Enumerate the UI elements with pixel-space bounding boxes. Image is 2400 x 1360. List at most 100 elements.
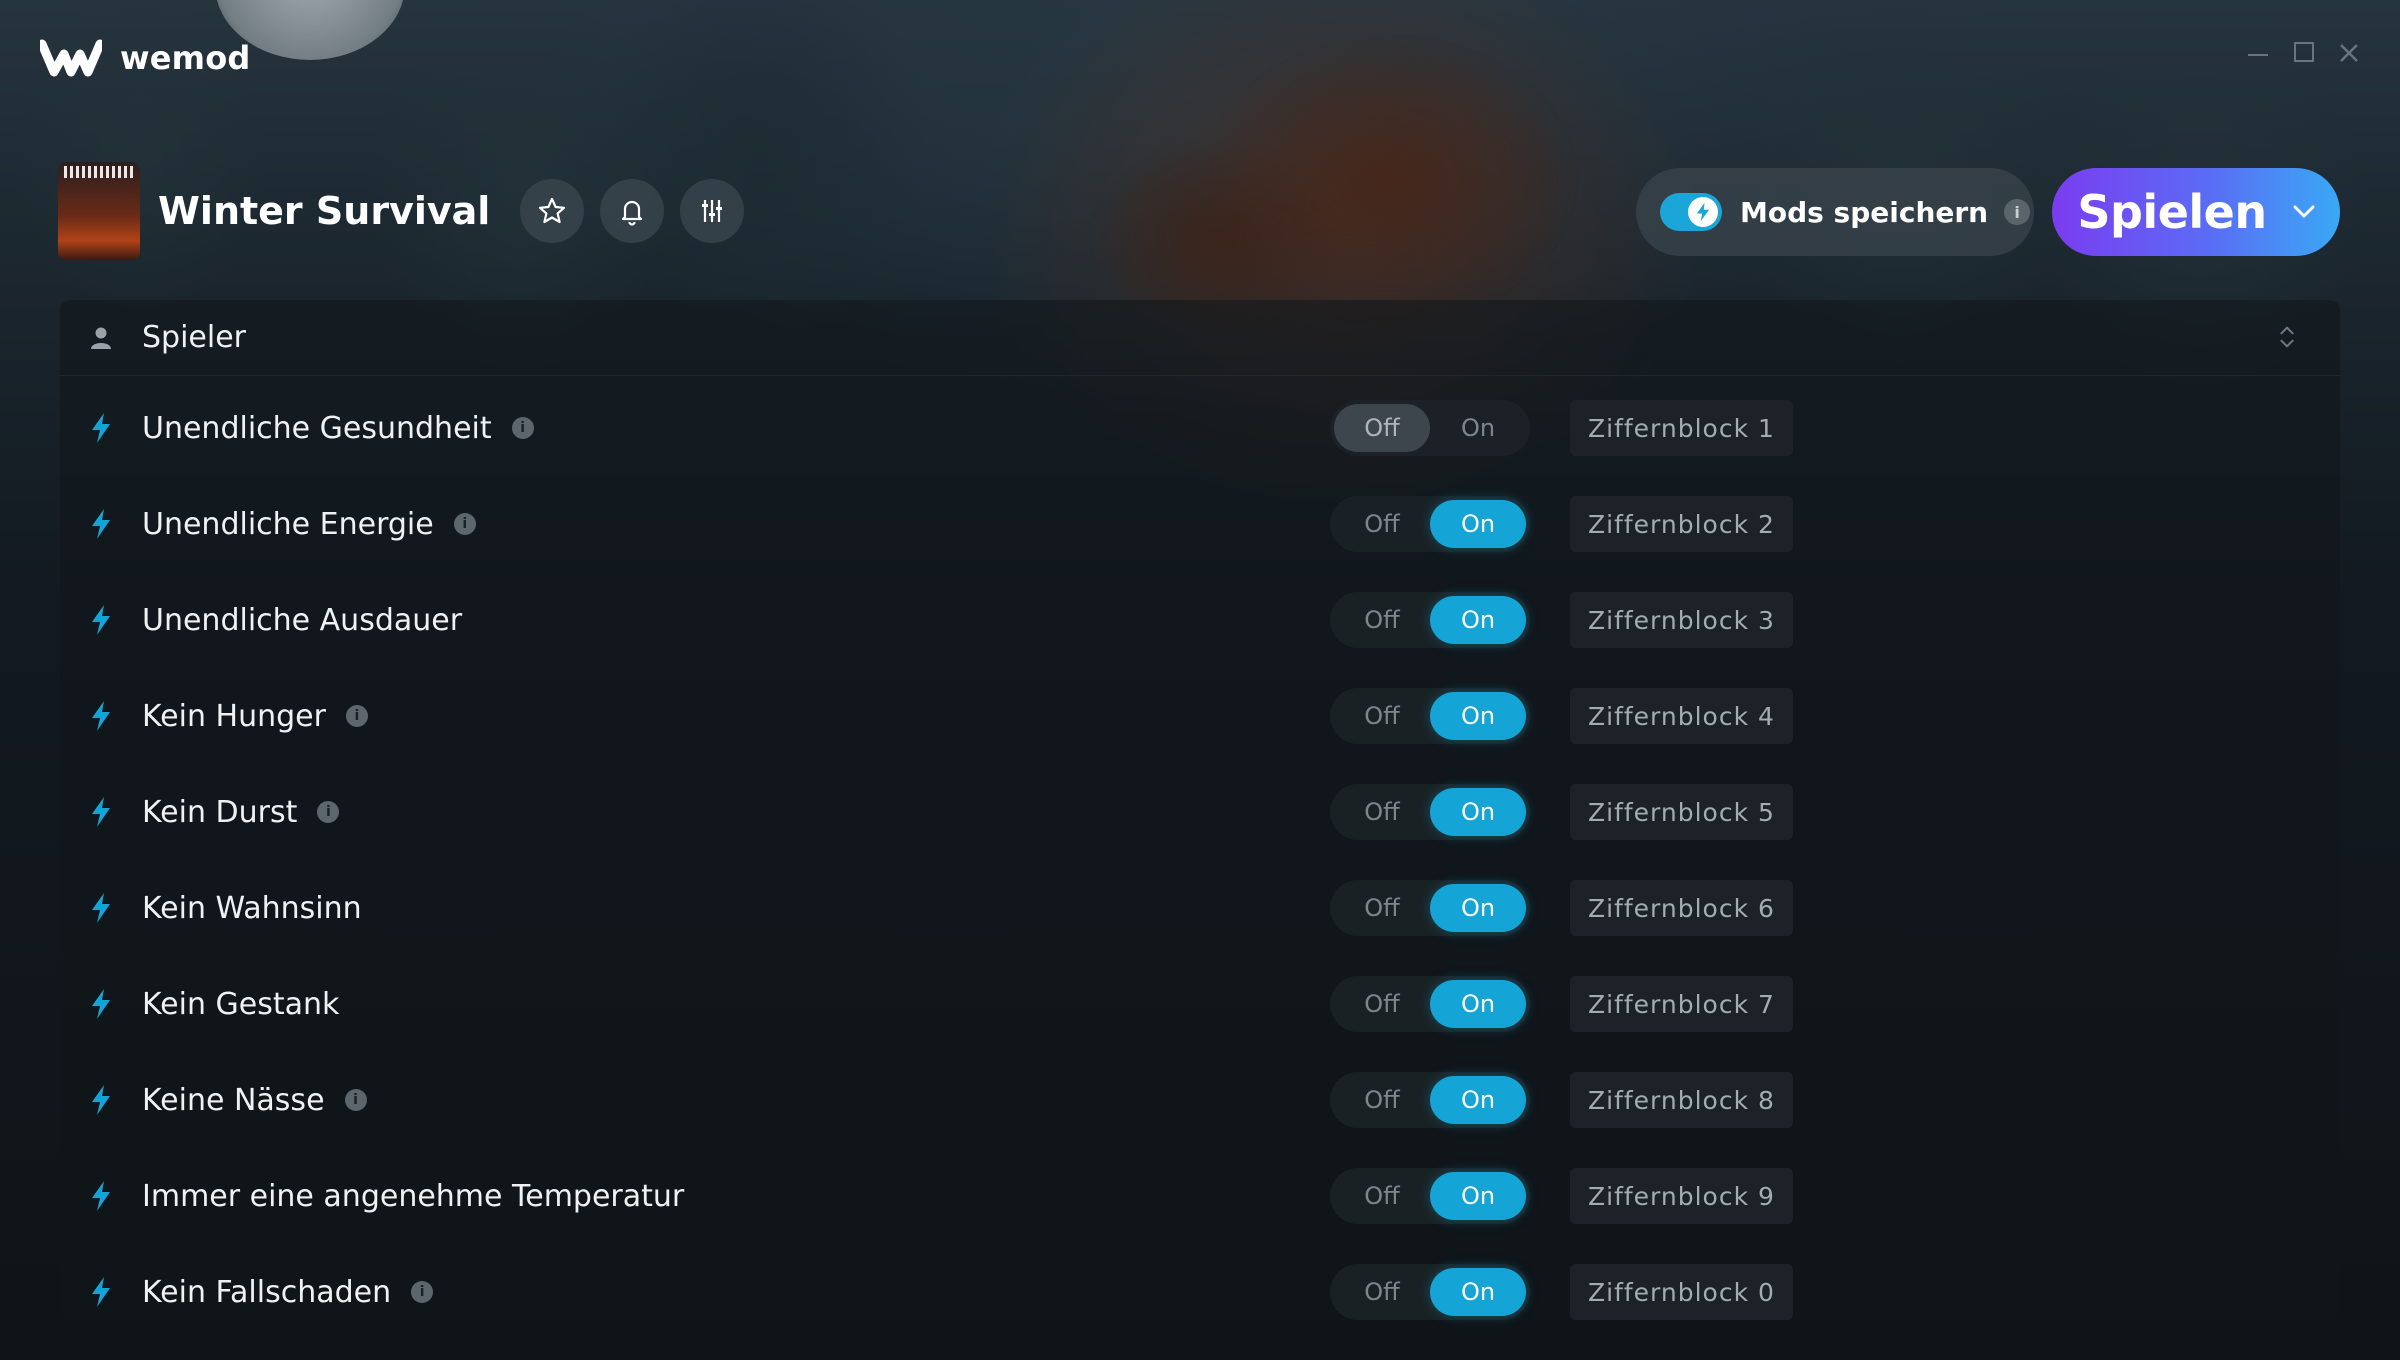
- game-title: Winter Survival: [158, 189, 491, 233]
- star-icon: [539, 197, 566, 224]
- save-mods-label: Mods speichern: [1740, 195, 1989, 229]
- mod-toggle[interactable]: Off On: [1330, 400, 1530, 456]
- toggle-on-option[interactable]: On: [1430, 500, 1526, 548]
- mod-row: Unendliche Ausdauer Off On Ziffernblock 3: [60, 572, 2340, 668]
- toggle-off-option[interactable]: Off: [1334, 500, 1430, 548]
- favorite-button[interactable]: [520, 179, 585, 243]
- bolt-icon: [92, 509, 110, 539]
- bolt-icon: [92, 701, 110, 731]
- mod-label: Kein Durst: [142, 794, 298, 830]
- bolt-icon: [92, 605, 110, 635]
- wemod-logo-icon: [40, 39, 102, 77]
- toggle-off-option[interactable]: Off: [1334, 1076, 1430, 1124]
- minimize-icon[interactable]: [2248, 42, 2270, 64]
- save-mods-toggle[interactable]: [1660, 193, 1722, 231]
- settings-button[interactable]: [680, 179, 745, 243]
- hotkey-button[interactable]: Ziffernblock 0: [1570, 1264, 1793, 1320]
- chevron-down-icon[interactable]: [2293, 205, 2315, 219]
- game-thumbnail[interactable]: [58, 162, 140, 260]
- hotkey-button[interactable]: Ziffernblock 4: [1570, 688, 1793, 744]
- hotkey-button[interactable]: Ziffernblock 8: [1570, 1072, 1793, 1128]
- toggle-on-option[interactable]: On: [1430, 596, 1526, 644]
- mod-label: Unendliche Ausdauer: [142, 602, 463, 638]
- mod-toggle[interactable]: Off On: [1330, 1168, 1530, 1224]
- mod-label: Kein Fallschaden: [142, 1274, 392, 1310]
- close-icon[interactable]: [2338, 42, 2360, 64]
- hotkey-button[interactable]: Ziffernblock 2: [1570, 496, 1793, 552]
- mod-row: Immer eine angenehme Temperatur Off On Ziff…: [60, 1148, 2340, 1244]
- toggle-on-option[interactable]: On: [1430, 692, 1526, 740]
- hotkey-button[interactable]: Ziffernblock 5: [1570, 784, 1793, 840]
- hotkey-button[interactable]: Ziffernblock 6: [1570, 880, 1793, 936]
- bell-icon: [622, 200, 643, 226]
- mod-toggle[interactable]: Off On: [1330, 976, 1530, 1032]
- info-icon[interactable]: i: [511, 417, 534, 439]
- toggle-off-option[interactable]: Off: [1334, 692, 1430, 740]
- mod-row: Unendliche Gesundheit i Off On Ziffernblock …: [60, 380, 2340, 476]
- hotkey-button[interactable]: Ziffernblock 7: [1570, 976, 1793, 1032]
- mod-label: Unendliche Energie: [142, 506, 434, 542]
- mod-row: Kein Durst i Off On Ziffernblock 5: [60, 764, 2340, 860]
- mod-toggle[interactable]: Off On: [1330, 688, 1530, 744]
- toggle-on-option[interactable]: On: [1430, 1076, 1526, 1124]
- mod-row: Keine Nässe i Off On Ziffernblock 8: [60, 1052, 2340, 1148]
- save-mods-control[interactable]: Mods speichern i: [1636, 168, 2034, 256]
- play-label: Spielen: [2077, 185, 2267, 239]
- toggle-off-option[interactable]: Off: [1334, 980, 1430, 1028]
- toggle-on-option[interactable]: On: [1430, 980, 1526, 1028]
- mod-toggle[interactable]: Off On: [1330, 496, 1530, 552]
- mod-toggle[interactable]: Off On: [1330, 784, 1530, 840]
- mod-toggle[interactable]: Off On: [1330, 1072, 1530, 1128]
- bolt-icon: [92, 1277, 110, 1307]
- mod-row: Kein Hunger i Off On Ziffernblock 4: [60, 668, 2340, 764]
- play-button[interactable]: Spielen: [2052, 168, 2340, 256]
- toggle-on-option[interactable]: On: [1430, 1268, 1526, 1316]
- info-icon[interactable]: i: [453, 513, 476, 535]
- mod-row: Unendliche Energie i Off On Ziffernblock 2: [60, 476, 2340, 572]
- bolt-icon: [1696, 202, 1710, 222]
- info-icon[interactable]: i: [411, 1281, 434, 1303]
- toggle-off-option[interactable]: Off: [1334, 404, 1430, 452]
- bolt-icon: [92, 989, 110, 1019]
- app-window: wemod Winter Survival Mods speichern i S…: [0, 0, 2400, 1360]
- bolt-icon: [92, 893, 110, 923]
- mod-toggle[interactable]: Off On: [1330, 592, 1530, 648]
- mod-label: Keine Nässe: [142, 1082, 325, 1118]
- info-icon[interactable]: i: [344, 1089, 367, 1111]
- toggle-off-option[interactable]: Off: [1334, 788, 1430, 836]
- brand-name: wemod: [120, 39, 251, 77]
- mod-toggle[interactable]: Off On: [1330, 1264, 1530, 1320]
- toggle-off-option[interactable]: Off: [1334, 596, 1430, 644]
- info-icon[interactable]: i: [345, 705, 368, 727]
- toggle-off-option[interactable]: Off: [1334, 1172, 1430, 1220]
- toggle-on-option[interactable]: On: [1430, 884, 1526, 932]
- bolt-icon: [92, 1085, 110, 1115]
- toggle-off-option[interactable]: Off: [1334, 884, 1430, 932]
- toggle-on-option[interactable]: On: [1430, 1172, 1526, 1220]
- mod-row: Kein Wahnsinn Off On Ziffernblock 6: [60, 860, 2340, 956]
- section-title: Spieler: [142, 320, 247, 355]
- info-icon[interactable]: i: [317, 801, 340, 823]
- bolt-icon: [92, 797, 110, 827]
- section-header-player[interactable]: Spieler: [60, 300, 2340, 376]
- hotkey-button[interactable]: Ziffernblock 3: [1570, 592, 1793, 648]
- game-header: Winter Survival: [58, 162, 760, 260]
- brand[interactable]: wemod: [40, 38, 251, 78]
- notifications-button[interactable]: [600, 179, 665, 243]
- hotkey-button[interactable]: Ziffernblock 1: [1570, 400, 1793, 456]
- user-icon: [91, 327, 111, 349]
- mod-toggle[interactable]: Off On: [1330, 880, 1530, 936]
- bolt-icon: [92, 1181, 110, 1211]
- mod-label: Kein Wahnsinn: [142, 890, 362, 926]
- toggle-on-option[interactable]: On: [1430, 404, 1526, 452]
- hotkey-button[interactable]: Ziffernblock 9: [1570, 1168, 1793, 1224]
- toggle-on-option[interactable]: On: [1430, 788, 1526, 836]
- maximize-icon[interactable]: [2294, 42, 2314, 62]
- mods-panel: Spieler Unendliche Gesundheit i Off On Ziffe…: [60, 300, 2340, 1320]
- toggle-off-option[interactable]: Off: [1334, 1268, 1430, 1316]
- info-icon[interactable]: i: [2004, 199, 2031, 225]
- collapse-icon[interactable]: [2274, 324, 2300, 350]
- mod-row: Kein Gestank Off On Ziffernblock 7: [60, 956, 2340, 1052]
- bolt-icon: [92, 413, 110, 443]
- mod-label: Kein Gestank: [142, 986, 340, 1022]
